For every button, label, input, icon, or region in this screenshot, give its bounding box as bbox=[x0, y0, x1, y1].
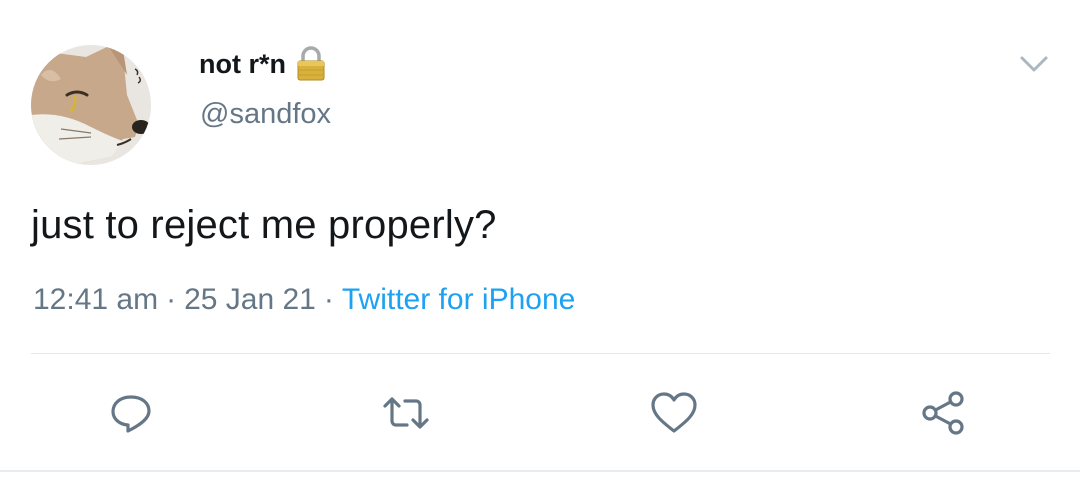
tweet-date[interactable]: 25 Jan 21 bbox=[184, 283, 316, 316]
retweet-icon bbox=[383, 397, 429, 429]
avatar[interactable] bbox=[31, 45, 151, 165]
share-icon bbox=[922, 391, 964, 435]
reply-icon bbox=[111, 395, 151, 433]
heart-icon bbox=[651, 392, 697, 433]
user-handle[interactable]: @sandfox bbox=[200, 98, 331, 131]
meta-separator: · bbox=[323, 283, 334, 316]
avatar-image bbox=[31, 45, 151, 165]
display-name-row: not r*n bbox=[199, 44, 326, 84]
divider bbox=[31, 353, 1050, 354]
share-button[interactable] bbox=[918, 388, 968, 438]
chevron-down-icon[interactable] bbox=[1018, 52, 1050, 76]
retweet-button[interactable] bbox=[381, 388, 431, 438]
tweet-meta: 12:41 am · 25 Jan 21 · Twitter for iPhone bbox=[33, 283, 575, 317]
lock-icon bbox=[296, 46, 326, 82]
tweet-source-link[interactable]: Twitter for iPhone bbox=[342, 283, 575, 316]
reply-button[interactable] bbox=[106, 388, 156, 438]
bottom-divider bbox=[0, 470, 1080, 472]
display-name[interactable]: not r*n bbox=[199, 49, 286, 80]
like-button[interactable] bbox=[649, 388, 699, 438]
meta-separator: · bbox=[166, 283, 177, 316]
tweet-text: just to reject me properly? bbox=[31, 203, 497, 247]
tweet-time[interactable]: 12:41 am bbox=[33, 283, 158, 316]
